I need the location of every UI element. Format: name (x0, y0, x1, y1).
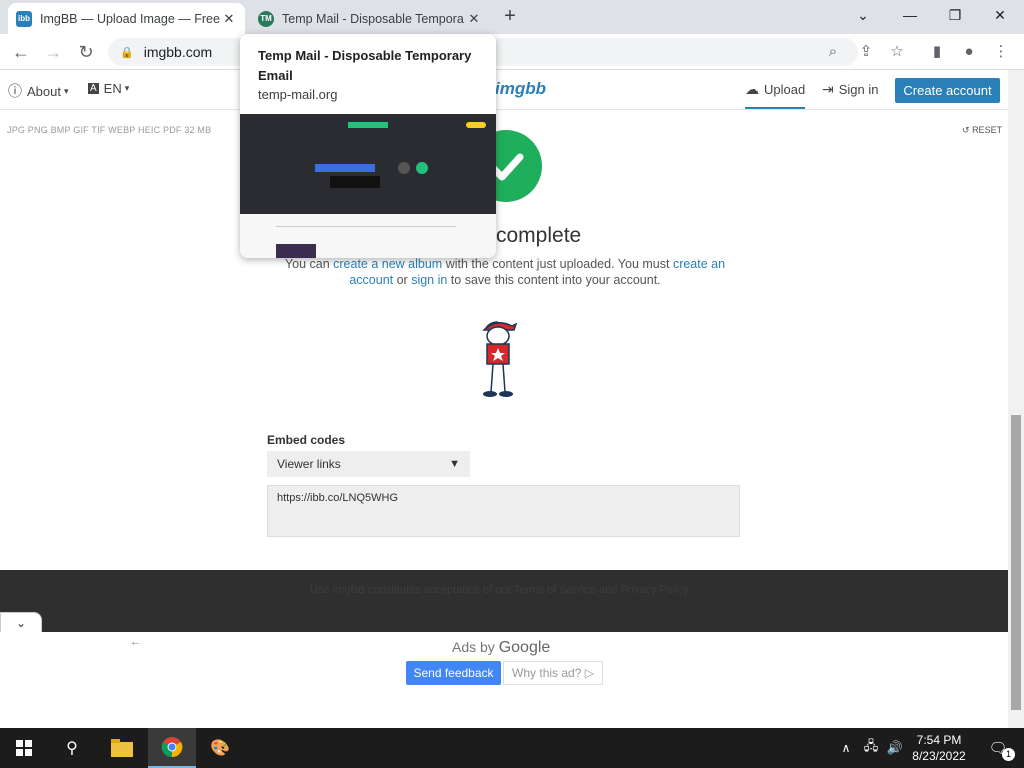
ad-back-arrow-icon[interactable]: ← (130, 636, 141, 648)
upload-link[interactable]: ☁ Upload (745, 81, 806, 109)
preview-refresh-icon (416, 162, 428, 174)
url-text: imgbb.com (143, 44, 213, 60)
message-text: to save this content into your account. (447, 273, 661, 287)
temp-mail-favicon-icon: TM (258, 10, 274, 27)
preview-divider (276, 226, 456, 227)
close-icon[interactable]: ✕ (221, 11, 237, 27)
tab-imgbb[interactable]: ibb ImgBB — Upload Image — Free I ✕ (8, 3, 245, 34)
close-window-button[interactable]: ✕ (987, 4, 1013, 26)
hover-card-preview (240, 114, 496, 214)
close-icon[interactable]: ✕ (466, 11, 482, 27)
clock-date: 8/23/2022 (912, 749, 966, 763)
caret-down-icon: ▾ (63, 85, 69, 96)
notification-center-icon[interactable]: 🗨 1 (978, 728, 1018, 768)
tab-title: Temp Mail - Disposable Tempora (282, 11, 464, 26)
site-footer: Use imgBB constitutes acceptance of our … (0, 570, 1008, 632)
message-text: or (393, 273, 412, 287)
profile-avatar-icon[interactable]: ● (958, 41, 980, 63)
preview-premium-badge (466, 122, 486, 128)
tab-strip: ibb ImgBB — Upload Image — Free I ✕ TM T… (0, 0, 1024, 34)
create-account-button[interactable]: Create account (895, 78, 1000, 103)
collapse-ad-button[interactable]: ⌄ (0, 612, 42, 632)
tab-search-icon[interactable]: ⌄ (850, 4, 876, 26)
language-icon: A (88, 83, 99, 94)
embed-select-value: Viewer links (277, 457, 341, 471)
reset-label: RESET (972, 125, 1003, 135)
reset-icon: ↺ (962, 125, 970, 135)
message-text: You can (284, 257, 334, 271)
sign-in-label: Sign in (838, 82, 879, 97)
tab-title: ImgBB — Upload Image — Free I (40, 11, 221, 26)
browser-toolbar: ← → ↻ 🔒 imgbb.com ⌕ ⇪ ☆ ▮ ● ⋮ (0, 34, 1024, 70)
preview-ad-image (276, 244, 316, 258)
cloud-upload-icon: ☁ (745, 81, 759, 97)
lock-icon: 🔒 (120, 46, 134, 59)
search-icon[interactable]: ⚲ (48, 728, 96, 768)
windows-taskbar: ⚲ 🎨 ∧ 🖧 🔊 7:54 PM 8/23/2022 🗨 1 (0, 728, 1024, 768)
message-text: with the content just uploaded. You must (442, 257, 673, 271)
help-circle-icon: ⓘ (8, 83, 22, 99)
hover-card-title: Temp Mail - Disposable Temporary Email (258, 48, 472, 83)
volume-icon[interactable]: 🔊 (882, 728, 908, 768)
page-scrollbar[interactable] (1008, 70, 1024, 728)
network-icon[interactable]: 🖧 (858, 728, 884, 768)
language-label: EN (103, 81, 122, 96)
upload-message: You can create a new album with the cont… (270, 256, 740, 288)
tab-temp-mail[interactable]: TM Temp Mail - Disposable Tempora ✕ (250, 3, 490, 34)
create-album-link[interactable]: create a new album (333, 257, 442, 271)
about-label: About (27, 83, 61, 99)
new-tab-button[interactable]: + (499, 5, 521, 27)
notification-count-badge: 1 (1002, 748, 1015, 761)
imgbb-favicon-icon: ibb (16, 10, 32, 27)
chevron-down-icon: ▼ (449, 458, 460, 470)
why-this-ad-button[interactable]: Why this ad? ▷ (503, 661, 603, 685)
windows-start-icon[interactable] (0, 728, 48, 768)
restore-button[interactable]: ❐ (942, 4, 968, 26)
taskbar-clock[interactable]: 7:54 PM 8/23/2022 (908, 732, 970, 764)
chrome-taskbar-icon[interactable] (148, 728, 196, 768)
preview-button (330, 176, 380, 188)
embed-code-textarea[interactable]: https://ibb.co/LNQ5WHG (267, 485, 740, 537)
supported-formats: JPG PNG BMP GIF TIF WEBP HEIC PDF 32 MB (7, 125, 212, 135)
minimize-button[interactable]: — (897, 4, 923, 26)
sign-in-link[interactable]: ⇥ Sign in (822, 81, 878, 98)
footer-text: Use imgBB constitutes acceptance of our … (310, 584, 689, 596)
reload-button[interactable]: ↻ (75, 41, 97, 63)
reset-button[interactable]: ↺ RESET (962, 125, 1002, 136)
mascot-illustration (476, 318, 520, 400)
ads-by-label: Ads by (452, 639, 495, 655)
scrollbar-thumb[interactable] (1011, 415, 1021, 710)
sign-in-icon: ⇥ (822, 81, 834, 97)
sign-in-text-link[interactable]: sign in (411, 273, 447, 287)
menu-kebab-icon[interactable]: ⋮ (990, 41, 1012, 63)
upload-label: Upload (764, 82, 806, 97)
file-explorer-icon[interactable] (98, 728, 146, 768)
preview-logo (348, 122, 388, 128)
show-hidden-icons-icon[interactable]: ∧ (834, 728, 858, 768)
forward-button[interactable]: → (42, 41, 64, 63)
side-panel-icon[interactable]: ▮ (926, 41, 948, 63)
bookmark-star-icon[interactable]: ☆ (886, 41, 908, 63)
ads-by-google: Ads by Google (452, 639, 550, 657)
back-button[interactable]: ← (10, 41, 32, 63)
hover-card-preview-lower (240, 214, 496, 258)
upload-complete-heading: complete (496, 224, 582, 247)
embed-type-select[interactable]: Viewer links ▼ (267, 451, 470, 477)
preview-email-field (315, 164, 375, 172)
hover-card-url: temp-mail.org (258, 87, 338, 102)
embed-codes-label: Embed codes (267, 433, 346, 447)
preview-copy-icon (398, 162, 410, 174)
clock-time: 7:54 PM (916, 733, 962, 747)
google-logo-text: Google (498, 639, 551, 656)
share-icon[interactable]: ⇪ (855, 41, 877, 63)
language-menu[interactable]: A EN ▾ (88, 81, 129, 96)
site-logo[interactable]: imgbb (495, 79, 546, 99)
paint-app-icon[interactable]: 🎨 (196, 728, 244, 768)
about-menu[interactable]: ⓘ About ▾ (8, 81, 69, 101)
tab-hover-card: Temp Mail - Disposable Temporary Email t… (240, 34, 496, 258)
send-feedback-button[interactable]: Send feedback (406, 661, 501, 685)
caret-down-icon: ▾ (124, 83, 130, 93)
zoom-icon[interactable]: ⌕ (822, 41, 844, 63)
site-header: ⓘ About ▾ A EN ▾ imgbb ☁ Upload ⇥ Sign i… (0, 70, 1010, 110)
